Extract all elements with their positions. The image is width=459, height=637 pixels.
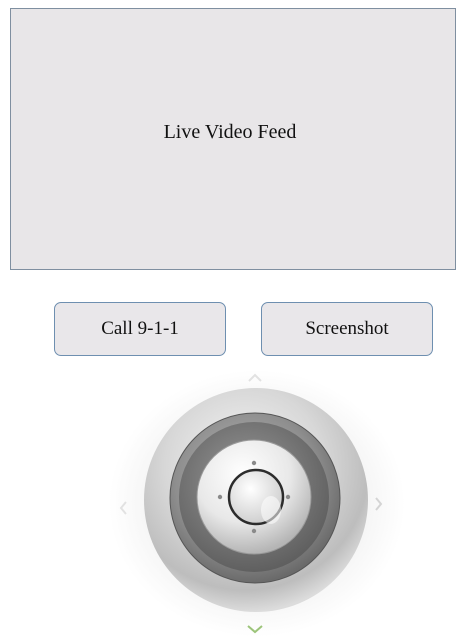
- video-feed-label: Live Video Feed: [163, 120, 297, 143]
- knob-highlight: [261, 496, 281, 524]
- live-video-feed: Live Video Feed: [10, 8, 456, 270]
- knob-dot-icon: [251, 528, 257, 534]
- screenshot-button[interactable]: Screenshot: [261, 302, 433, 356]
- knob-dot-icon: [251, 460, 257, 466]
- call-911-button[interactable]: Call 9-1-1: [54, 302, 226, 356]
- knob-dot-icon: [285, 494, 291, 500]
- joystick-control[interactable]: [109, 370, 405, 637]
- knob-dot-icon: [217, 494, 223, 500]
